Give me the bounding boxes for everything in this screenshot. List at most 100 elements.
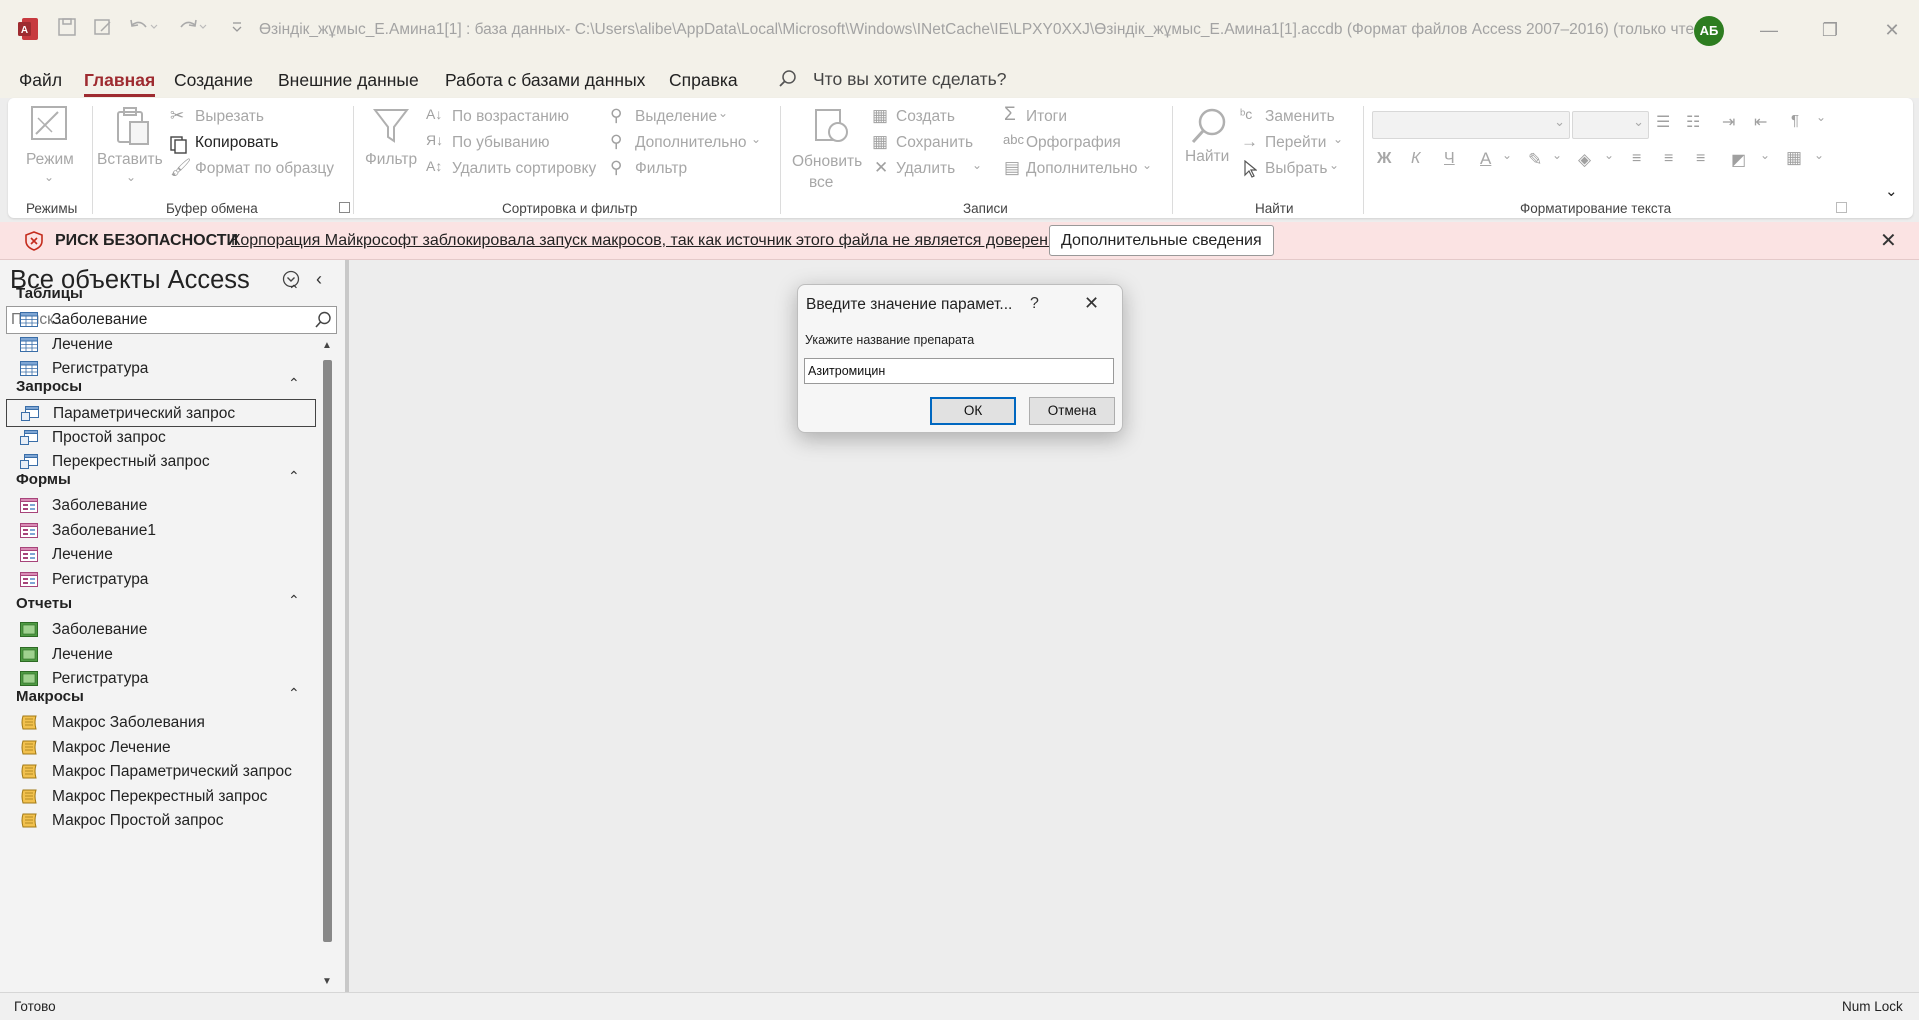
nav-item-macro[interactable]: Макрос Простой запрос [6, 807, 316, 835]
security-risk-link[interactable]: Корпорация Майкрософт заблокировала запу… [231, 232, 1084, 250]
chevron-down-icon[interactable]: ⌄ [751, 132, 761, 146]
parameter-input[interactable] [808, 362, 1108, 380]
chevron-down-icon[interactable]: ⌄ [1142, 158, 1152, 172]
undo-icon[interactable] [128, 17, 158, 37]
customize-qat-icon[interactable] [231, 17, 243, 37]
paste-button[interactable]: Вставить [97, 151, 163, 169]
restore-icon[interactable]: ❐ [1815, 16, 1845, 44]
highlight-icon[interactable]: ✎ [1528, 150, 1542, 170]
collapse-pane-icon[interactable]: ‹ [316, 269, 322, 290]
chevron-down-icon[interactable]: ⌄ [1502, 148, 1512, 162]
gridlines-icon[interactable]: ▦ [1786, 148, 1802, 168]
chevron-up-icon[interactable]: ⌃ [288, 685, 300, 702]
sort-ascending-button[interactable]: По возрастанию [452, 108, 569, 126]
totals-button[interactable]: Итоги [1026, 108, 1067, 126]
nav-group-header[interactable]: Запросы [16, 378, 82, 395]
bullets-icon[interactable]: ☰ [1656, 112, 1670, 132]
font-size-combo[interactable] [1572, 111, 1649, 139]
avatar[interactable]: АБ [1694, 16, 1724, 46]
refresh-all-button-line2[interactable]: все [809, 174, 833, 192]
nav-group-header[interactable]: Отчеты [16, 595, 72, 612]
align-right-icon[interactable]: ≡ [1696, 150, 1705, 168]
bold-button[interactable]: Ж [1377, 150, 1391, 168]
chevron-up-icon[interactable]: ⌃ [288, 468, 300, 485]
chevron-down-icon[interactable]: ⌄ [126, 170, 136, 184]
numbering-icon[interactable]: ☷ [1686, 112, 1700, 132]
copy-button[interactable]: Копировать [195, 134, 278, 152]
nav-group-header[interactable]: Формы [16, 471, 71, 488]
chevron-up-icon[interactable]: ⌃ [288, 592, 300, 609]
nav-group-header[interactable]: Таблицы [16, 285, 83, 302]
remove-sort-button[interactable]: Удалить сортировку [452, 160, 596, 178]
tab-create[interactable]: Создание [174, 70, 253, 91]
nav-item-form[interactable]: Регистратура [6, 566, 316, 594]
align-center-icon[interactable]: ≡ [1664, 150, 1673, 168]
access-logo-icon[interactable]: A [18, 17, 40, 41]
delete-record-button[interactable]: Удалить [896, 160, 955, 178]
filter-button[interactable]: Фильтр [365, 151, 417, 169]
chevron-up-icon[interactable]: ⌃ [288, 282, 300, 299]
help-icon[interactable]: ? [1030, 295, 1039, 313]
chevron-down-icon[interactable]: ⌄ [44, 170, 54, 184]
scroll-down-icon[interactable]: ▼ [322, 976, 332, 987]
indent-decrease-icon[interactable]: ⇤ [1754, 112, 1767, 132]
tab-file[interactable]: Файл [19, 70, 62, 91]
goto-button[interactable]: Перейти [1265, 134, 1326, 152]
parameter-field[interactable] [804, 358, 1114, 384]
underline-button[interactable]: Ч [1444, 150, 1455, 168]
cut-button[interactable]: Вырезать [195, 108, 264, 126]
nav-group-header[interactable]: Макросы [16, 688, 84, 705]
chevron-down-icon[interactable]: ⌄ [1604, 148, 1614, 162]
toggle-filter-button[interactable]: Фильтр [635, 160, 687, 178]
font-color-button[interactable]: A [1480, 149, 1491, 169]
tab-help[interactable]: Справка [669, 70, 738, 91]
chevron-down-icon[interactable]: ⌄ [1760, 148, 1770, 162]
alternate-row-color-icon[interactable]: ◩ [1731, 150, 1746, 170]
close-icon[interactable]: ✕ [1084, 293, 1099, 314]
chevron-down-icon[interactable]: ⌄ [1552, 148, 1562, 162]
redo-icon[interactable] [177, 17, 207, 37]
paragraph-icon[interactable]: ¶ [1791, 112, 1799, 129]
chevron-down-icon[interactable]: ⌄ [1816, 110, 1826, 124]
cancel-button[interactable]: Отмена [1029, 397, 1115, 425]
more-info-button[interactable]: Дополнительные сведения [1049, 225, 1274, 256]
minimize-icon[interactable]: — [1754, 16, 1784, 44]
new-record-button[interactable]: Создать [896, 108, 955, 126]
view-button[interactable]: Режим [26, 151, 74, 169]
tab-database-tools[interactable]: Работа с базами данных [445, 70, 645, 91]
selection-button[interactable]: Выделение [635, 108, 717, 126]
tell-me-input[interactable]: Что вы хотите сделать? [813, 69, 1006, 90]
search-icon[interactable] [314, 311, 332, 329]
find-button[interactable]: Найти [1185, 148, 1229, 166]
refresh-all-button[interactable]: Обновить [792, 153, 862, 171]
align-left-icon[interactable]: ≡ [1632, 150, 1641, 168]
scrollbar-thumb[interactable] [323, 360, 332, 942]
font-name-combo[interactable] [1372, 111, 1570, 139]
form-view-icon[interactable] [93, 17, 113, 37]
close-icon[interactable]: ✕ [1880, 228, 1897, 253]
format-painter-button[interactable]: Формат по образцу [195, 160, 334, 178]
save-icon[interactable] [57, 17, 77, 37]
select-button[interactable]: Выбрать [1265, 160, 1327, 178]
replace-button[interactable]: Заменить [1265, 108, 1335, 126]
advanced-filter-button[interactable]: Дополнительно [635, 134, 747, 152]
more-records-button[interactable]: Дополнительно [1026, 160, 1138, 178]
fill-color-icon[interactable]: ◈ [1578, 150, 1591, 170]
italic-button[interactable]: К [1411, 150, 1420, 168]
spelling-button[interactable]: Орфография [1026, 134, 1121, 152]
close-window-icon[interactable]: ✕ [1877, 16, 1907, 44]
chevron-down-icon[interactable]: ⌄ [972, 158, 982, 172]
tab-external-data[interactable]: Внешние данные [278, 70, 419, 91]
chevron-down-icon[interactable]: ⌄ [1814, 148, 1824, 162]
tab-home[interactable]: Главная [84, 70, 156, 97]
dialog-launcher-icon[interactable] [339, 202, 350, 213]
scroll-up-icon[interactable]: ▲ [322, 340, 332, 351]
save-record-button[interactable]: Сохранить [896, 134, 973, 152]
collapse-ribbon-icon[interactable]: ⌄ [1885, 182, 1898, 200]
sort-descending-button[interactable]: По убыванию [452, 134, 550, 152]
indent-increase-icon[interactable]: ⇥ [1722, 112, 1735, 132]
chevron-down-icon[interactable]: ⌄ [1333, 132, 1343, 146]
ok-button[interactable]: ОК [930, 397, 1016, 425]
chevron-down-icon[interactable]: ⌄ [718, 106, 728, 120]
chevron-down-icon[interactable]: ⌄ [1329, 158, 1339, 172]
